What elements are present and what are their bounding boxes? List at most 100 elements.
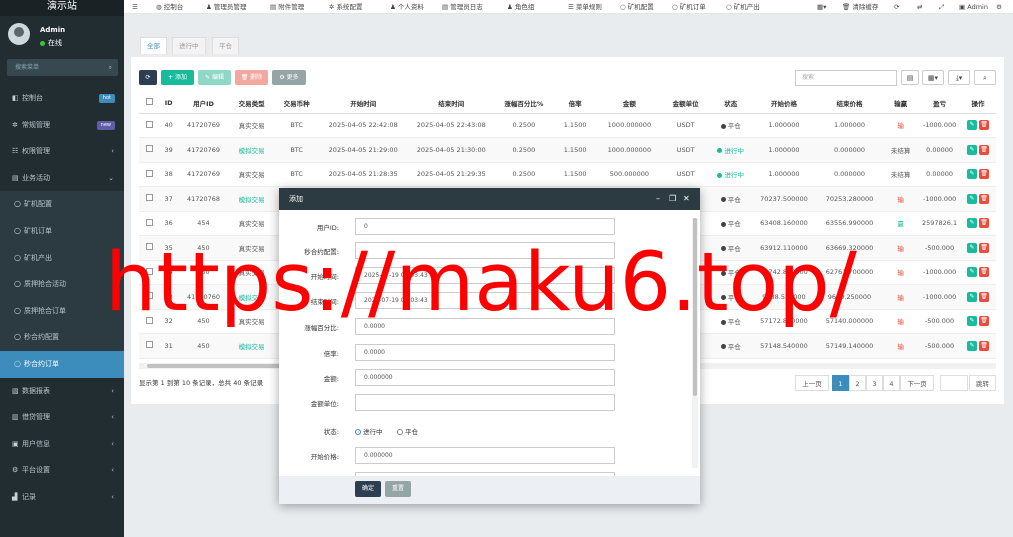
start-price-input[interactable]: 0.000000 [355, 447, 615, 464]
row-checkbox[interactable] [145, 218, 153, 226]
next-page-button[interactable]: 下一页 [900, 375, 934, 391]
dialog-header[interactable]: 添加 – ❐ ✕ [279, 188, 700, 210]
edit-row-icon[interactable]: ✎ [967, 267, 978, 278]
column-header[interactable]: 金额 [597, 93, 662, 114]
column-header[interactable]: 倍率 [552, 93, 598, 114]
row-checkbox[interactable] [145, 194, 153, 202]
jump-button[interactable]: 跳转 [969, 375, 996, 391]
column-header[interactable]: 盈亏 [919, 93, 961, 114]
admin-menu[interactable]: ▣ Admin [959, 0, 988, 14]
language-icon[interactable]: ⇄ [917, 0, 922, 14]
top-nav-item-9[interactable]: ○ 矿机订单 [672, 0, 706, 14]
menu-toggle-icon[interactable]: ☰ [132, 0, 138, 14]
delete-row-icon[interactable]: 🗑 [979, 169, 990, 180]
edit-button[interactable]: ✎ 编辑 [198, 70, 231, 85]
sidebar-item-2[interactable]: ☷ 权限管理 ‹ [0, 138, 124, 165]
top-nav-item-0[interactable]: ◍ 控制台 [156, 0, 183, 14]
delete-row-icon[interactable]: 🗑 [979, 340, 990, 351]
top-nav-item-1[interactable]: ♟ 管理员管理 [206, 0, 246, 14]
top-nav-item-5[interactable]: ▤ 管理员日志 [442, 0, 483, 14]
status-radio-1[interactable]: 平仓 [397, 426, 418, 436]
sidebar-item-14[interactable]: ⚙ 平台设置 ‹ [0, 457, 124, 484]
sidebar-item-15[interactable]: ▟ 记录 ‹ [0, 484, 124, 511]
table-row[interactable]: 38 41720769 真实交易 BTC 2025-04-05 21:28:35 2025… [139, 162, 996, 187]
edit-row-icon[interactable]: ✎ [967, 316, 978, 327]
column-header[interactable]: 结束价格 [816, 93, 883, 114]
column-header[interactable]: 操作 [960, 93, 996, 114]
column-header[interactable]: 开始价格 [751, 93, 817, 114]
column-header[interactable]: 开始时间 [319, 93, 408, 114]
top-nav-item-3[interactable]: ✲ 系统配置 [329, 0, 363, 14]
top-nav-item-10[interactable]: ○ 矿机产出 [726, 0, 760, 14]
tab-all[interactable]: 全部 [140, 37, 167, 54]
row-checkbox[interactable] [145, 341, 153, 349]
refresh-icon[interactable]: ⟳ [894, 0, 899, 14]
sidebar-item-12[interactable]: ▥ 借贷管理 ‹ [0, 404, 124, 431]
edit-row-icon[interactable]: ✎ [967, 193, 978, 204]
column-header[interactable]: ID [159, 93, 178, 114]
edit-row-icon[interactable]: ✎ [967, 169, 978, 180]
prev-page-button[interactable]: 上一页 [795, 375, 829, 391]
reset-button[interactable]: 重置 [385, 481, 411, 497]
column-header[interactable]: 输赢 [882, 93, 920, 114]
select-all-checkbox[interactable] [145, 98, 153, 106]
clear-cache-button[interactable]: 🗑 清除缓存 [842, 0, 878, 14]
edit-row-icon[interactable]: ✎ [967, 340, 978, 351]
top-nav-item-2[interactable]: ▤ 附件管理 [270, 0, 304, 14]
top-nav-item-6[interactable]: ♟ 角色组 [507, 0, 534, 14]
sidebar-item-4[interactable]: ○ 矿机配置 [0, 191, 124, 218]
page-1-button[interactable]: 1 [832, 375, 849, 391]
fullscreen-icon[interactable]: ⤢ [939, 0, 944, 14]
brand-title[interactable]: 演示站 [0, 0, 124, 16]
sidebar-item-3[interactable]: ▤ 业务活动 ⌄ [0, 165, 124, 192]
column-header[interactable] [139, 93, 160, 114]
table-search-input[interactable]: 搜索 [795, 70, 897, 86]
minimize-icon[interactable]: – [656, 188, 660, 210]
table-row[interactable]: 39 41720769 模拟交易 BTC 2025-04-05 21:29:00 2025… [139, 137, 996, 163]
column-header[interactable]: 交易类型 [229, 93, 275, 114]
column-header[interactable]: 结束时间 [407, 93, 496, 114]
table-row[interactable]: 40 41720769 真实交易 BTC 2025-04-05 22:42:08 2025… [139, 113, 996, 138]
columns-dropdown-icon[interactable]: ▦▾ [922, 70, 944, 85]
search-icon[interactable]: ⌕ [109, 59, 112, 76]
page-3-button[interactable]: 3 [866, 375, 883, 391]
advanced-search-icon[interactable]: ⌕ [974, 70, 996, 85]
column-header[interactable]: 涨幅百分比% [495, 93, 553, 114]
refresh-button[interactable]: ⟳ [139, 70, 157, 85]
delete-row-icon[interactable]: 🗑 [979, 144, 990, 155]
top-nav-item-7[interactable]: ☰ 菜单规则 [568, 0, 602, 14]
top-nav-item-4[interactable]: ♟ 个人资料 [390, 0, 424, 14]
delete-button[interactable]: 🗑 删除 [235, 70, 268, 85]
field-input-0[interactable]: 0 [355, 218, 615, 235]
confirm-button[interactable]: 确定 [355, 481, 381, 497]
menu-search-input[interactable]: 搜索菜单 ⌕ [7, 59, 118, 76]
delete-row-icon[interactable]: 🗑 [979, 193, 990, 204]
page-jump-input[interactable] [940, 375, 968, 391]
tab-closed[interactable]: 平仓 [212, 37, 239, 54]
column-header[interactable]: 用户ID [177, 93, 230, 114]
page-2-button[interactable]: 2 [849, 375, 866, 391]
sidebar-item-10[interactable]: ○ 秒合约订单 [0, 350, 124, 378]
more-button[interactable]: ⚙ 更多 [272, 70, 306, 85]
row-checkbox[interactable] [145, 145, 153, 153]
grid-dropdown-icon[interactable]: ▦▾ [817, 0, 826, 14]
status-radio-0[interactable]: 进行中 [355, 426, 383, 436]
add-button[interactable]: + 添加 [161, 70, 194, 85]
sidebar-item-0[interactable]: ◧ 控制台 hot [0, 85, 124, 112]
close-icon[interactable]: ✕ [683, 188, 690, 210]
edit-row-icon[interactable]: ✎ [967, 291, 978, 302]
column-header[interactable]: 金额单位 [661, 93, 711, 114]
row-checkbox[interactable] [145, 120, 153, 128]
field-input-7[interactable] [355, 394, 615, 411]
sidebar-item-1[interactable]: ✲ 常规管理 new [0, 112, 124, 139]
settings-icon[interactable]: ⚙ [996, 0, 1002, 14]
edit-row-icon[interactable]: ✎ [967, 218, 978, 229]
top-nav-item-8[interactable]: ○ 矿机配置 [620, 0, 654, 14]
edit-row-icon[interactable]: ✎ [967, 242, 978, 253]
tab-running[interactable]: 进行中 [172, 37, 206, 54]
maximize-icon[interactable]: ❐ [669, 188, 676, 210]
column-header[interactable]: 状态 [710, 93, 752, 114]
delete-row-icon[interactable]: 🗑 [979, 218, 990, 229]
field-input-5[interactable]: 0.0000 [355, 344, 615, 361]
export-dropdown-icon[interactable]: ⤓▾ [948, 70, 970, 85]
